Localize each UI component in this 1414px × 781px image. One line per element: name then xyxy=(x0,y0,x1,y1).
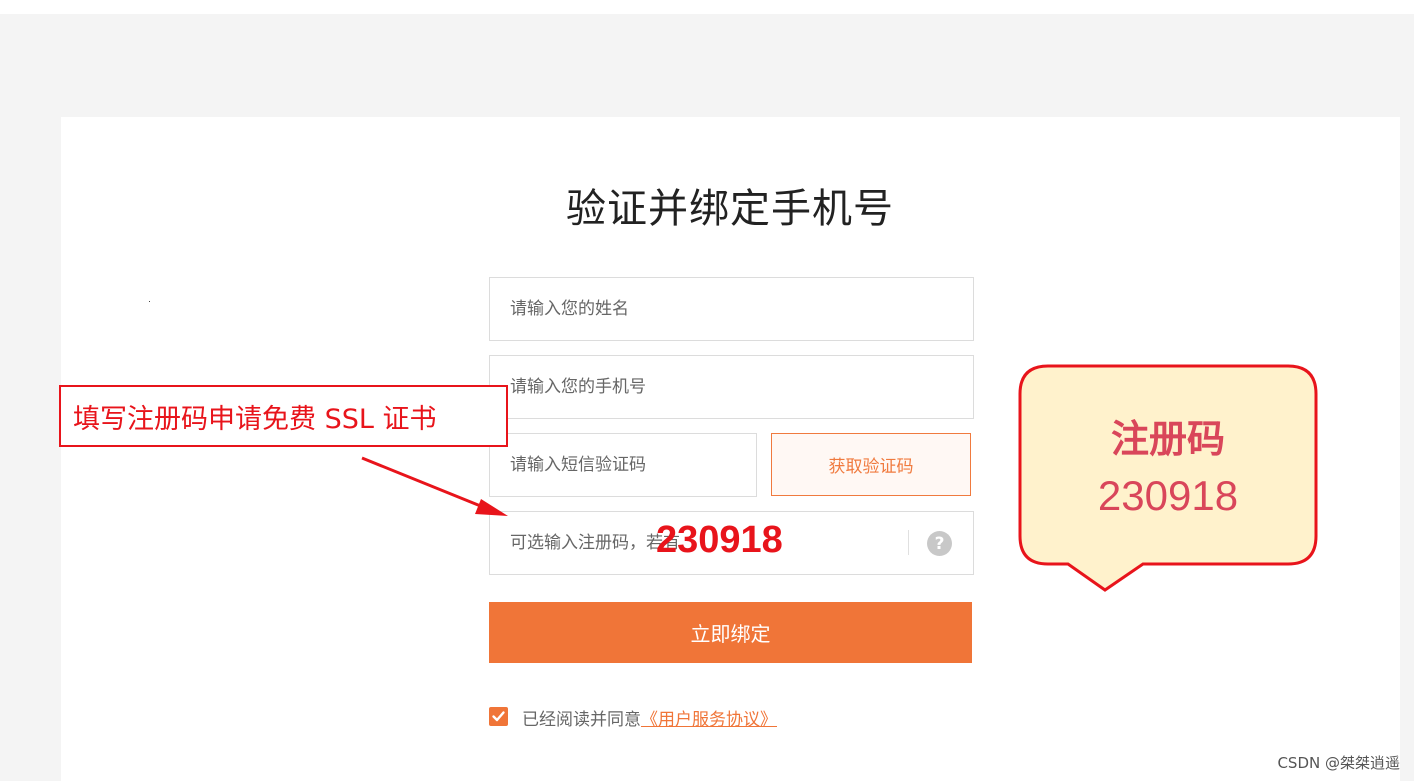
callout-title: 注册码 xyxy=(1110,417,1225,461)
watermark: CSDN @桀桀逍遥 xyxy=(1277,754,1400,772)
callout-bubble-icon xyxy=(1018,364,1318,592)
callout-code: 230918 xyxy=(1097,472,1239,519)
